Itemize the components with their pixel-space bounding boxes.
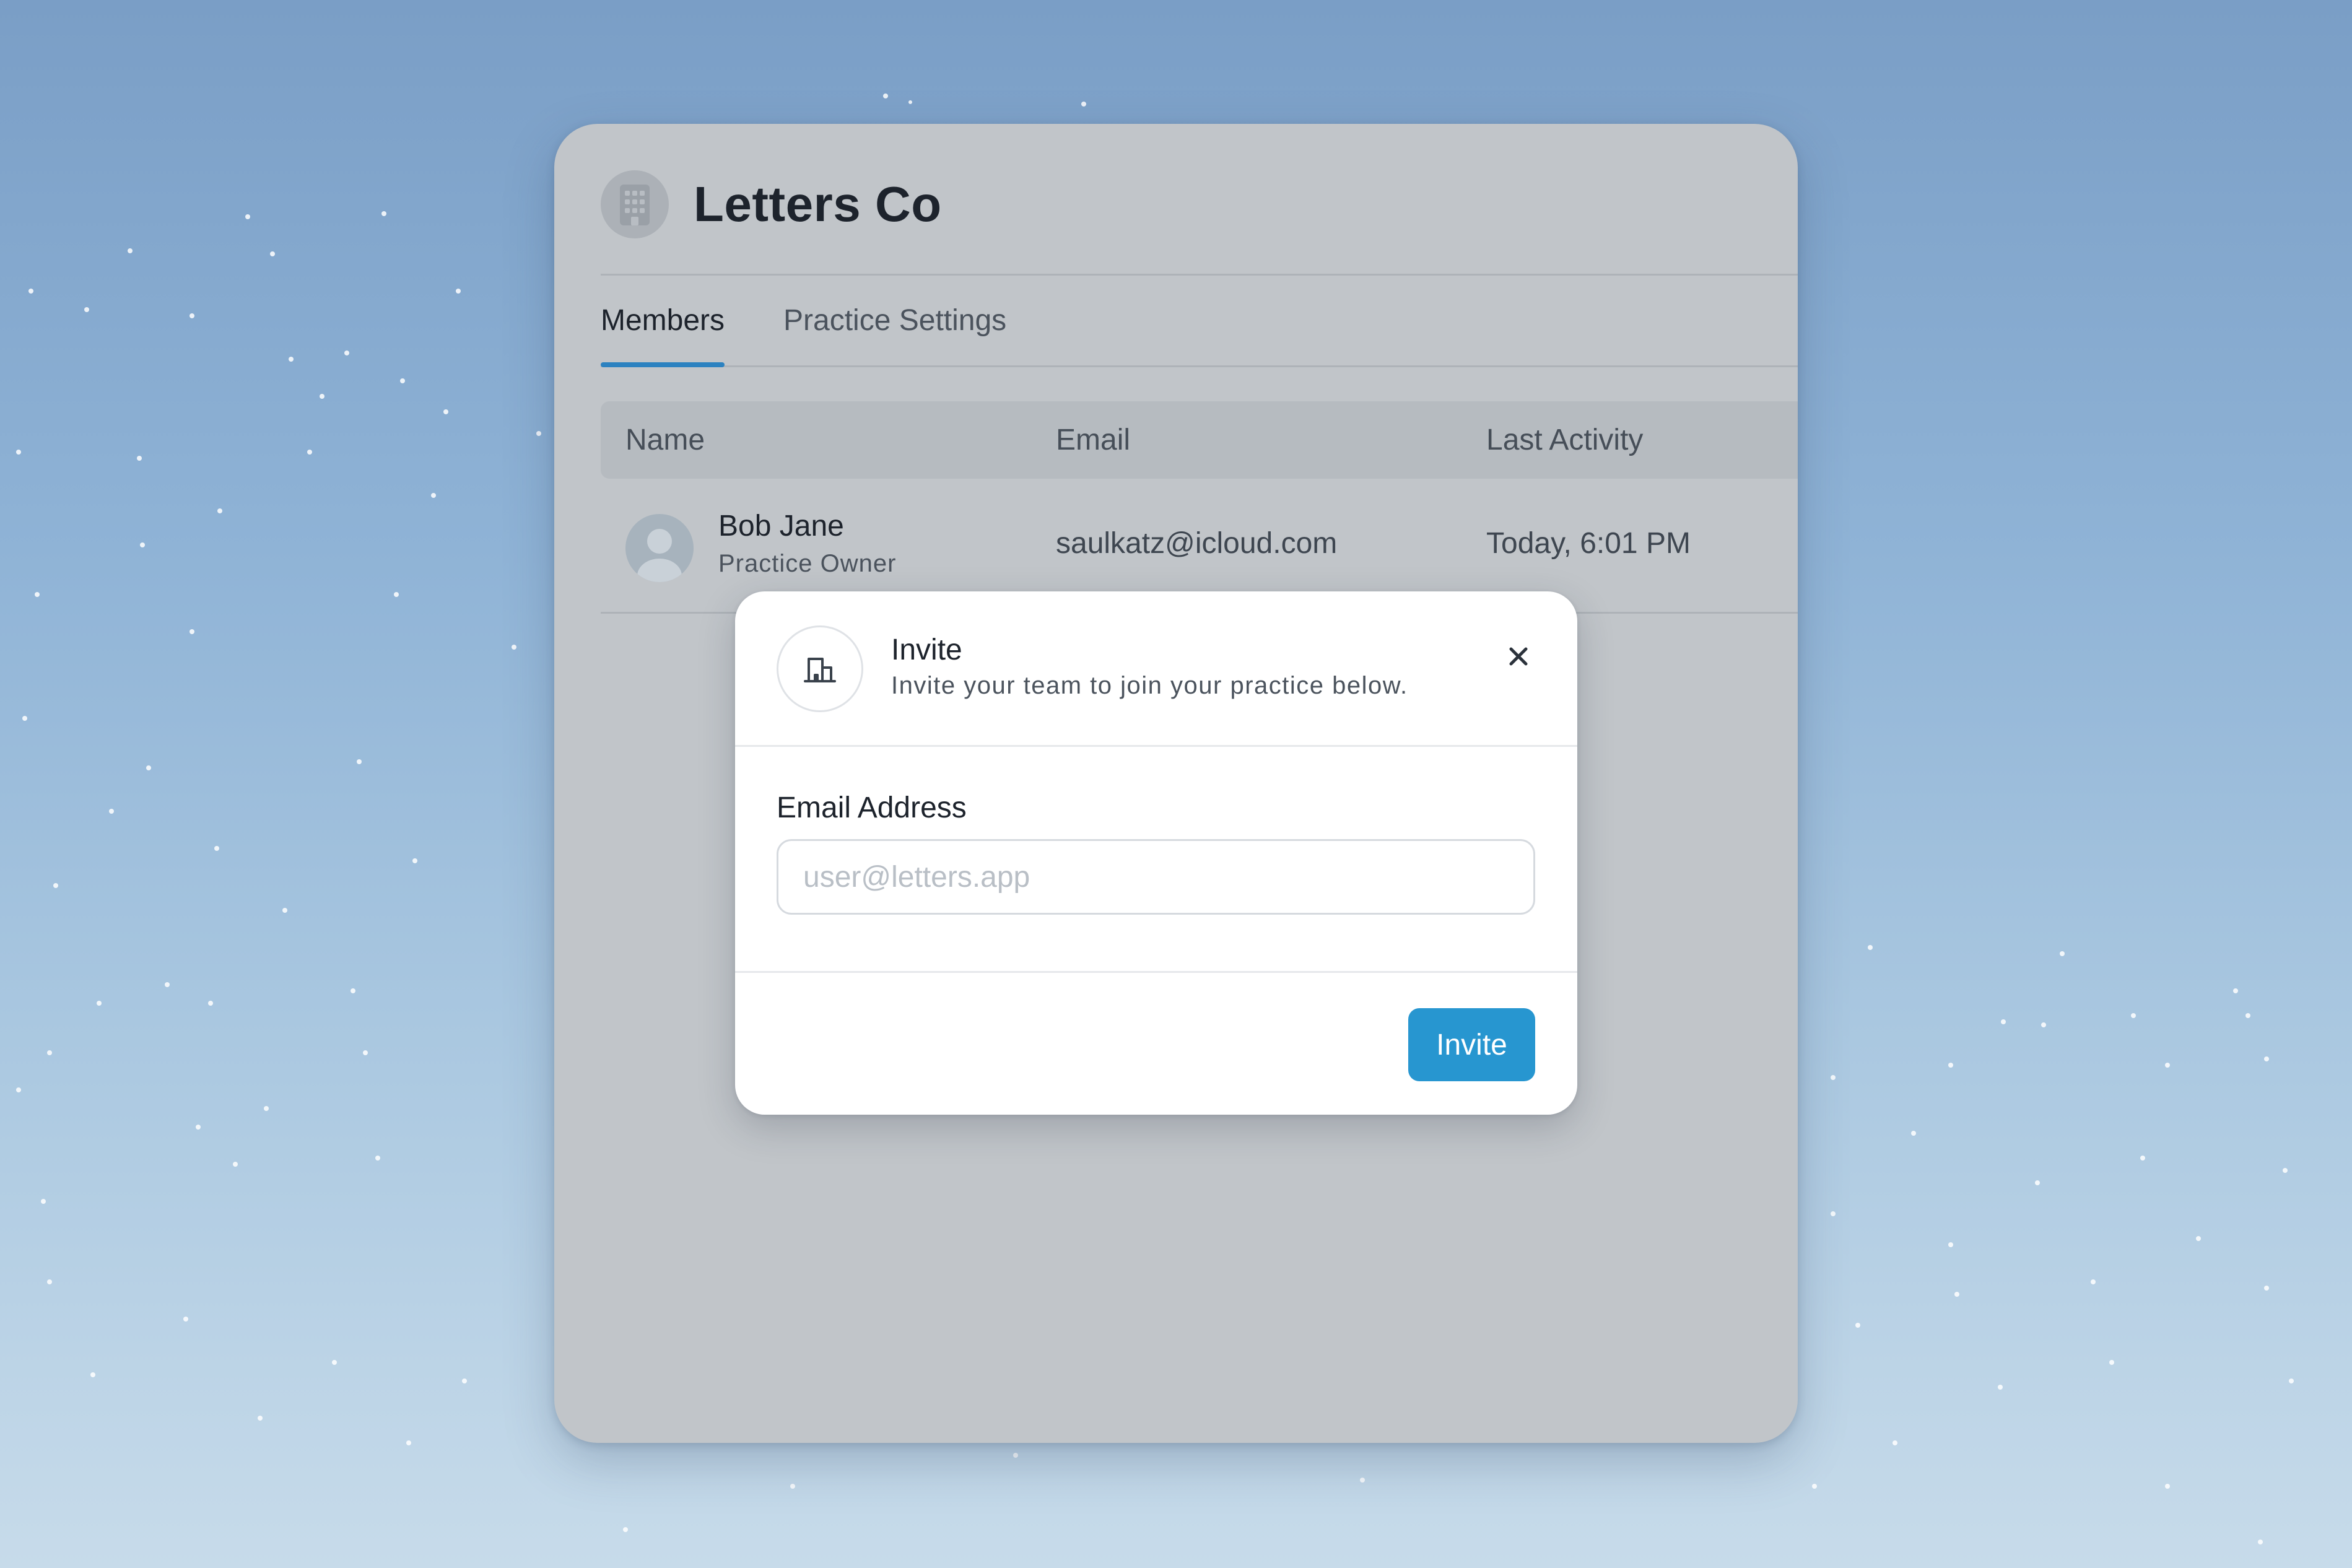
modal-header: Invite Invite your team to join your pra… (735, 591, 1577, 747)
member-email: saulkatz@icloud.com (1056, 527, 1338, 560)
modal-subtitle: Invite your team to join your practice b… (891, 672, 1408, 699)
column-header-email: Email (1056, 424, 1131, 456)
member-name: Bob Jane (718, 510, 844, 542)
tab-members-label: Members (601, 304, 725, 337)
member-role: Practice Owner (718, 550, 897, 577)
tab-practice-settings[interactable]: Practice Settings (783, 276, 1006, 365)
column-header-last-activity: Last Activity (1486, 424, 1644, 456)
active-tab-indicator (601, 362, 725, 367)
invite-button[interactable]: Invite (1408, 1008, 1535, 1081)
close-button[interactable] (1497, 635, 1540, 678)
page-title: Letters Co (694, 176, 942, 232)
tab-members[interactable]: Members (601, 276, 725, 367)
modal-title: Invite (891, 634, 962, 666)
email-field[interactable] (777, 839, 1535, 915)
member-last-activity: Today, 6:01 PM (1486, 527, 1691, 560)
column-header-name: Name (625, 424, 705, 456)
building-icon (777, 625, 863, 712)
window-header: Letters Co (601, 170, 942, 238)
tab-bar: Members Practice Settings (601, 276, 1798, 367)
close-icon (1509, 647, 1528, 666)
tab-practice-settings-label: Practice Settings (783, 304, 1007, 337)
footer-divider (735, 971, 1577, 973)
email-field-label: Email Address (777, 791, 967, 824)
members-table-header: Name Email Last Activity (601, 401, 1798, 479)
building-grid-icon (601, 170, 669, 238)
invite-modal: Invite Invite your team to join your pra… (735, 591, 1577, 1115)
avatar (625, 514, 694, 582)
